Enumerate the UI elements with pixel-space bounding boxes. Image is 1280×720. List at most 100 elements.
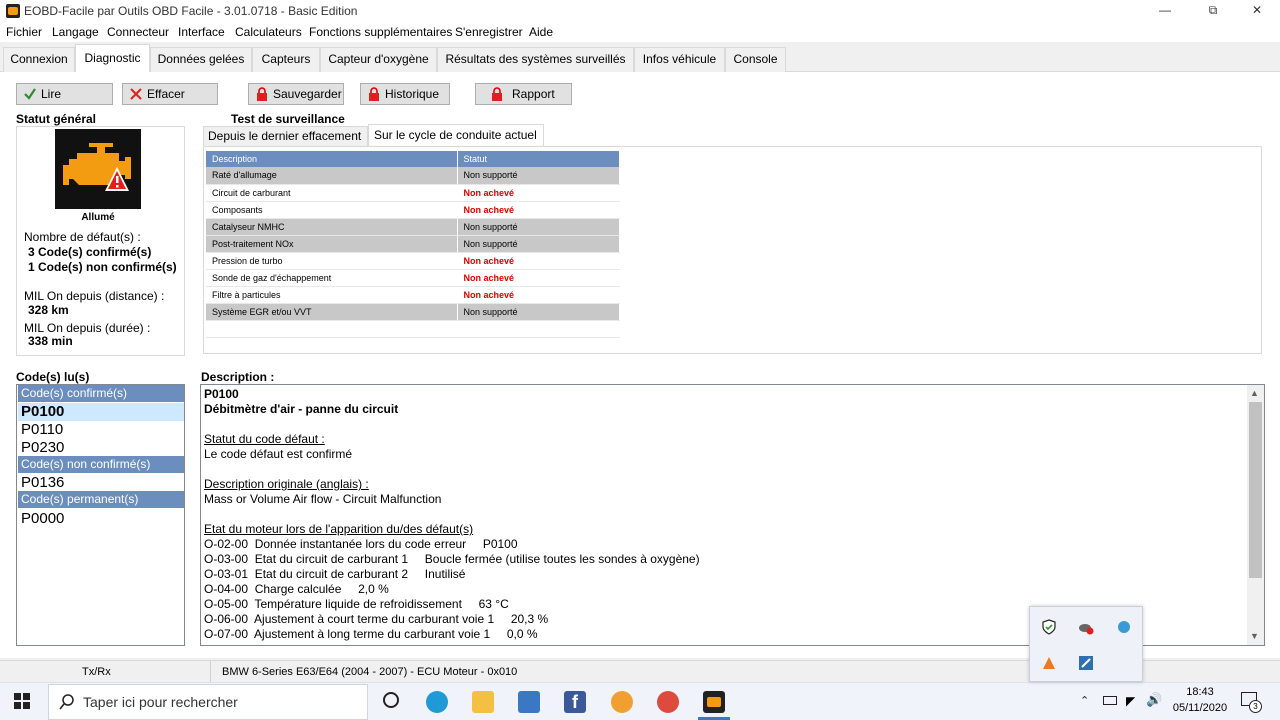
row-status: Non supporté — [457, 303, 620, 321]
tab-diagnostic[interactable]: Diagnostic — [75, 44, 150, 73]
tab-console[interactable]: Console — [725, 47, 786, 72]
row-status: Non achevé — [457, 184, 620, 202]
list-item[interactable]: P0230 — [18, 439, 184, 457]
desc-freeze-label: Etat du moteur lors de l'apparition du/d… — [204, 522, 474, 536]
description-title: Description : — [201, 370, 275, 384]
report-button[interactable]: Rapport — [475, 83, 572, 105]
row-name: Pression de turbo — [206, 252, 458, 270]
chrome-icon[interactable] — [657, 691, 679, 713]
network-app-icon[interactable] — [1116, 619, 1132, 635]
row-name: Sonde de gaz d'échappement — [206, 269, 458, 287]
table-row: Circuit de carburant Non achevé — [206, 184, 620, 202]
eobd-taskbar-icon[interactable] — [703, 691, 725, 713]
table-header: Description Statut — [206, 151, 620, 167]
task-view-icon[interactable] — [383, 692, 399, 708]
list-item[interactable]: P0100 — [18, 403, 184, 421]
freeze-line: O-02-00 Donnée instantanée lors du code … — [204, 537, 518, 551]
fault-count-label: Nombre de défaut(s) : — [24, 230, 141, 244]
list-item[interactable]: P0110 — [18, 421, 184, 439]
subtab-current-cycle[interactable]: Sur le cycle de conduite actuel — [368, 124, 544, 146]
subtab-since-clear[interactable]: Depuis le dernier effacement — [203, 126, 368, 146]
tab-infos-vehicule[interactable]: Infos véhicule — [634, 47, 725, 72]
history-button[interactable]: Historique — [360, 83, 450, 105]
menu-interface[interactable]: Interface — [178, 25, 225, 39]
desc-status-text: Le code défaut est confirmé — [204, 447, 353, 461]
photos-icon[interactable] — [518, 691, 540, 713]
taskbar-search[interactable]: Taper ici pour rechercher — [48, 684, 368, 720]
tab-capteurs[interactable]: Capteurs — [252, 47, 320, 72]
table-row: Filtre à particules Non achevé — [206, 286, 620, 304]
menu-connecteur[interactable]: Connecteur — [107, 25, 169, 39]
check-icon — [24, 88, 36, 100]
defender-shield-icon[interactable] — [1041, 619, 1057, 635]
maximize-button[interactable]: ⧉ — [1190, 0, 1236, 22]
description-scrollbar[interactable]: ▲ ▼ — [1247, 385, 1264, 645]
mil-state: Allumé — [81, 212, 115, 223]
menu-enregistrer[interactable]: S'enregistrer — [455, 25, 523, 39]
search-icon — [59, 694, 74, 710]
scrollbar-thumb[interactable] — [1249, 402, 1262, 578]
windows-start-icon[interactable] — [14, 693, 30, 709]
freeze-line: O-07-00 Ajustement à long terme du carbu… — [204, 627, 538, 641]
tool-app-icon[interactable] — [1078, 655, 1094, 671]
clear-button[interactable]: Effacer — [122, 83, 218, 105]
scroll-up-icon[interactable]: ▲ — [1250, 388, 1259, 398]
onedrive-error-icon[interactable] — [1078, 619, 1094, 635]
tab-capteur-oxygene[interactable]: Capteur d'oxygène — [320, 47, 437, 72]
volume-icon[interactable]: 🔊 — [1146, 692, 1162, 708]
lock-icon — [492, 87, 502, 101]
clock-date[interactable]: 05/11/2020 — [1168, 702, 1232, 714]
menu-fonctions[interactable]: Fonctions supplémentaires — [309, 25, 452, 39]
table-row: Composants Non achevé — [206, 201, 620, 219]
avast-icon[interactable] — [1041, 655, 1057, 671]
tray-chevron-icon[interactable]: ⌃ — [1080, 694, 1089, 707]
tab-connexion[interactable]: Connexion — [3, 47, 75, 72]
list-item[interactable]: P0000 — [18, 510, 184, 528]
tab-resultats[interactable]: Résultats des systèmes surveillés — [437, 47, 634, 72]
confirmed-header: Code(s) confirmé(s) — [18, 385, 184, 402]
check-engine-icon — [55, 129, 141, 209]
wifi-icon[interactable]: ◤ — [1126, 694, 1135, 708]
app-icon — [6, 4, 20, 18]
app-icon-orange[interactable] — [611, 691, 633, 713]
menu-langage[interactable]: Langage — [52, 25, 99, 39]
monitor-title: Test de surveillance — [231, 112, 345, 126]
codes-list[interactable]: Code(s) confirmé(s) P0100 P0110 P0230 Co… — [16, 384, 185, 646]
lock-icon — [369, 87, 379, 101]
row-status: Non supporté — [457, 235, 620, 253]
save-button[interactable]: Sauvegarder — [248, 83, 344, 105]
mil-duration-label: MIL On depuis (durée) : — [24, 321, 151, 335]
facebook-icon[interactable]: f — [564, 691, 586, 713]
txrx-label: Tx/Rx — [82, 666, 111, 678]
search-placeholder: Taper ici pour rechercher — [83, 694, 238, 710]
battery-icon[interactable] — [1103, 696, 1117, 705]
scroll-down-icon[interactable]: ▼ — [1250, 631, 1259, 641]
menu-calculateurs[interactable]: Calculateurs — [235, 25, 302, 39]
list-item[interactable]: P0136 — [18, 474, 184, 492]
edge-icon[interactable] — [426, 691, 448, 713]
lock-icon — [257, 87, 267, 101]
row-name: Raté d'allumage — [206, 167, 458, 185]
menu-aide[interactable]: Aide — [529, 25, 553, 39]
table-row: Sonde de gaz d'échappement Non achevé — [206, 269, 620, 287]
history-label: Historique — [385, 87, 440, 101]
tray-overflow-popup — [1029, 606, 1143, 682]
clock-time[interactable]: 18:43 — [1172, 686, 1228, 698]
mil-distance-label: MIL On depuis (distance) : — [24, 289, 165, 303]
table-row: Système EGR et/ou VVT Non supporté — [206, 303, 620, 321]
row-name: Filtre à particules — [206, 286, 458, 304]
desc-orig-text: Mass or Volume Air flow - Circuit Malfun… — [204, 492, 442, 506]
status-title: Statut général — [16, 112, 97, 126]
freeze-line: O-04-00 Charge calculée 2,0 % — [204, 582, 389, 596]
tab-donnees-gelees[interactable]: Données gelées — [150, 47, 252, 72]
freeze-line: O-03-00 Etat du circuit de carburant 1 B… — [204, 552, 700, 566]
minimize-button[interactable]: — — [1142, 0, 1188, 22]
permanent-header: Code(s) permanent(s) — [18, 491, 184, 508]
row-name: Post-traitement NOx — [206, 235, 458, 253]
vehicle-info: BMW 6-Series E63/E64 (2004 - 2007) - ECU… — [222, 666, 518, 678]
row-name: Circuit de carburant — [206, 184, 458, 202]
read-button[interactable]: Lire — [16, 83, 113, 105]
file-explorer-icon[interactable] — [472, 691, 494, 713]
close-button[interactable]: ✕ — [1234, 0, 1280, 22]
menu-fichier[interactable]: Fichier — [6, 25, 42, 39]
